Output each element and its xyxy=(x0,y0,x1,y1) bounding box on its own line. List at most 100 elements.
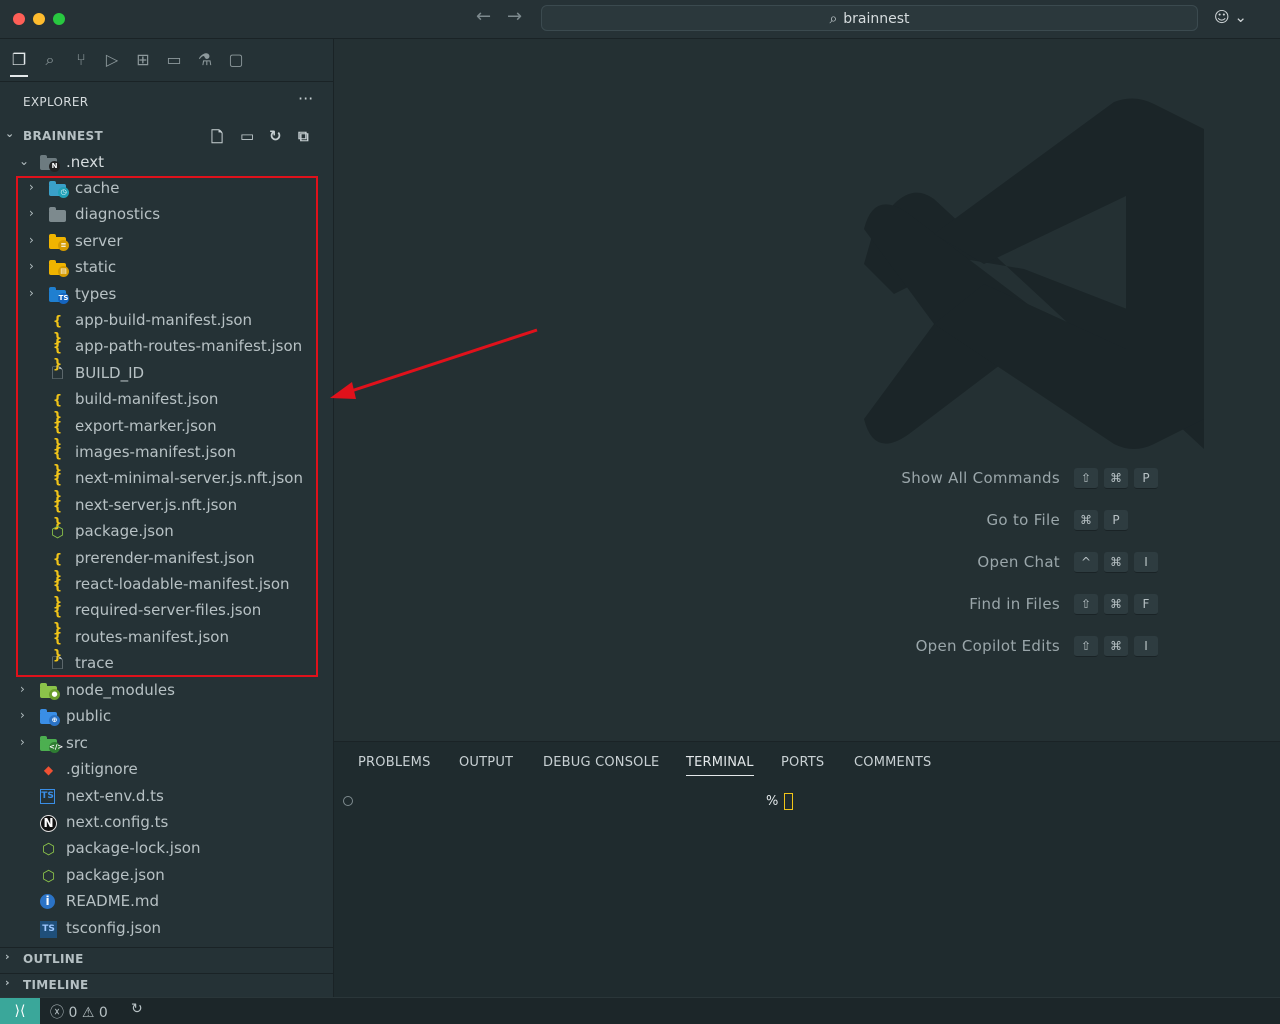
search-icon: ⌕ xyxy=(829,11,838,27)
panel-tab[interactable]: PORTS xyxy=(781,755,824,770)
extensions-icon[interactable]: ⊞ xyxy=(130,47,156,73)
remote-icon[interactable]: ⟩⟨ xyxy=(0,998,40,1024)
error-icon: ⓧ xyxy=(50,1005,64,1021)
panel-tab[interactable]: PROBLEMS xyxy=(358,755,431,770)
chevron-right-icon: › xyxy=(20,708,25,723)
folder-next[interactable]: ⌄ N .next xyxy=(0,150,333,176)
item-label: package.json xyxy=(66,865,165,884)
next-folder-icon: N xyxy=(40,155,60,172)
outline-label: OUTLINE xyxy=(23,952,84,966)
panel-tab[interactable]: TERMINAL xyxy=(686,755,754,776)
folder-badge-icon: </> xyxy=(49,741,64,753)
tsconfig-file-icon: TS xyxy=(40,920,57,938)
chevron-down-icon: ⌄ xyxy=(19,154,30,168)
search-icon[interactable]: ⌕ xyxy=(37,47,63,73)
chevron-down-icon: ⌄ xyxy=(5,127,15,140)
welcome-command-label[interactable]: Go to File xyxy=(987,511,1061,529)
item-label: tsconfig.json xyxy=(66,918,162,937)
keybinding-key: I xyxy=(1134,636,1158,657)
file-item[interactable]: ◆ .gitignore xyxy=(0,757,333,783)
keybinding-key: P xyxy=(1104,510,1128,531)
terminal-prompt: % xyxy=(766,794,779,809)
git-file-icon: ◆ xyxy=(43,763,54,778)
keybinding-key: I xyxy=(1134,552,1158,573)
warning-icon: ⚠ xyxy=(81,1005,95,1021)
new-file-icon[interactable]: 🗋 xyxy=(211,127,223,152)
item-label: package-lock.json xyxy=(66,839,201,858)
welcome-command-label[interactable]: Show All Commands xyxy=(901,469,1060,487)
outline-section[interactable]: › OUTLINE xyxy=(0,947,333,970)
chat-icon[interactable]: ▢ xyxy=(223,47,249,73)
folder-icon: ⊕ xyxy=(40,709,60,727)
info-file-icon: i xyxy=(40,894,55,910)
terminal-status-circle xyxy=(343,796,353,806)
keybinding-key: ⇧ xyxy=(1074,468,1098,489)
test-icon[interactable]: ⚗ xyxy=(192,47,218,73)
chevron-right-icon: › xyxy=(20,682,25,696)
highlight-box xyxy=(16,176,318,677)
folder-icon: </> xyxy=(40,735,64,753)
nextjs-file-icon: N xyxy=(40,815,57,832)
activity-bar: ❐ ⌕ ⑂ ▷ ⊞ ▭ ⚗ ▢ xyxy=(0,39,333,82)
welcome-command-label[interactable]: Open Chat xyxy=(977,553,1060,571)
source-control-icon[interactable]: ⑂ xyxy=(68,47,94,73)
title-bar: ← → ⌕ brainnest ☺ ⌄ xyxy=(0,0,1280,39)
file-item[interactable]: ⬡ package.json xyxy=(0,863,333,889)
folder-icon[interactable]: ▭ xyxy=(161,47,187,73)
close-window-button[interactable] xyxy=(13,13,25,25)
nodejs-file-icon: ⬡ xyxy=(41,866,56,885)
arrow-right-icon[interactable]: → xyxy=(507,6,522,27)
arrow-left-icon[interactable]: ← xyxy=(476,6,491,27)
refresh-icon[interactable]: ↻ xyxy=(269,127,282,145)
welcome-command-label[interactable]: Open Copilot Edits xyxy=(916,637,1060,655)
panel-tab[interactable]: DEBUG CONSOLE xyxy=(543,755,659,770)
collapse-all-icon[interactable]: ⧉ xyxy=(298,127,309,145)
workspace-root-label: BRAINNEST xyxy=(23,129,103,143)
file-item[interactable]: ⬡ package-lock.json xyxy=(0,836,333,862)
workspace-root-header[interactable]: ⌄ BRAINNEST 🗋 ▭ ↻ ⧉ xyxy=(0,125,333,147)
keybinding-key: P xyxy=(1134,468,1158,489)
keybinding-key: F xyxy=(1134,594,1158,615)
errors-indicator[interactable]: ⓧ 0 ⚠ 0 xyxy=(50,1002,108,1022)
keybinding-key: ^ xyxy=(1074,552,1098,573)
run-debug-icon[interactable]: ▷ xyxy=(99,47,125,73)
file-item[interactable]: TS next-env.d.ts xyxy=(0,784,333,810)
explorer-title: EXPLORER xyxy=(23,95,89,109)
panel-tab[interactable]: OUTPUT xyxy=(459,755,513,770)
new-folder-icon[interactable]: ▭ xyxy=(240,127,254,145)
file-item[interactable]: i README.md xyxy=(0,889,333,915)
command-center-search[interactable]: ⌕ brainnest xyxy=(541,5,1198,31)
item-label: public xyxy=(66,707,112,726)
editor-area: Show All Commands ⇧ ⌘ P Go to File ⌘ P Open Cha… xyxy=(334,39,1280,741)
warning-count: 0 xyxy=(98,1005,108,1021)
folder-item[interactable]: › </> src xyxy=(0,731,333,757)
item-label: next.config.ts xyxy=(66,813,169,831)
chevron-right-icon: › xyxy=(5,976,10,989)
panel-tab[interactable]: COMMENTS xyxy=(854,755,931,770)
chevron-right-icon: › xyxy=(5,950,10,963)
keybinding-key: ⇧ xyxy=(1074,594,1098,615)
folder-badge-icon: ● xyxy=(49,689,60,700)
item-label: src xyxy=(66,733,88,752)
folder-label: .next xyxy=(66,153,104,171)
files-icon[interactable]: ❐ xyxy=(6,47,32,77)
maximize-window-button[interactable] xyxy=(53,13,65,25)
item-label: README.md xyxy=(66,892,160,911)
file-item[interactable]: Nnext.config.ts xyxy=(0,810,333,836)
more-actions-button[interactable]: ··· xyxy=(298,89,313,108)
keybinding-key: ⌘ xyxy=(1104,636,1128,657)
folder-item[interactable]: › ● node_modules xyxy=(0,678,333,704)
file-item[interactable]: TS tsconfig.json xyxy=(0,916,333,942)
keybinding-key: ⇧ xyxy=(1074,636,1098,657)
minimize-window-button[interactable] xyxy=(33,13,45,25)
item-label: node_modules xyxy=(66,681,175,699)
keybinding-key: ⌘ xyxy=(1104,594,1128,615)
welcome-command-label[interactable]: Find in Files xyxy=(969,595,1060,613)
timeline-section[interactable]: › TIMELINE xyxy=(0,973,333,996)
folder-item[interactable]: › ⊕ public xyxy=(0,704,333,730)
error-count: 0 xyxy=(68,1005,78,1021)
sync-icon[interactable]: ↻ xyxy=(131,1001,143,1017)
copilot-icon[interactable]: ☺ ⌄ xyxy=(1214,8,1247,26)
keybinding-key: ⌘ xyxy=(1074,510,1098,531)
terminal-cursor[interactable] xyxy=(784,793,793,810)
